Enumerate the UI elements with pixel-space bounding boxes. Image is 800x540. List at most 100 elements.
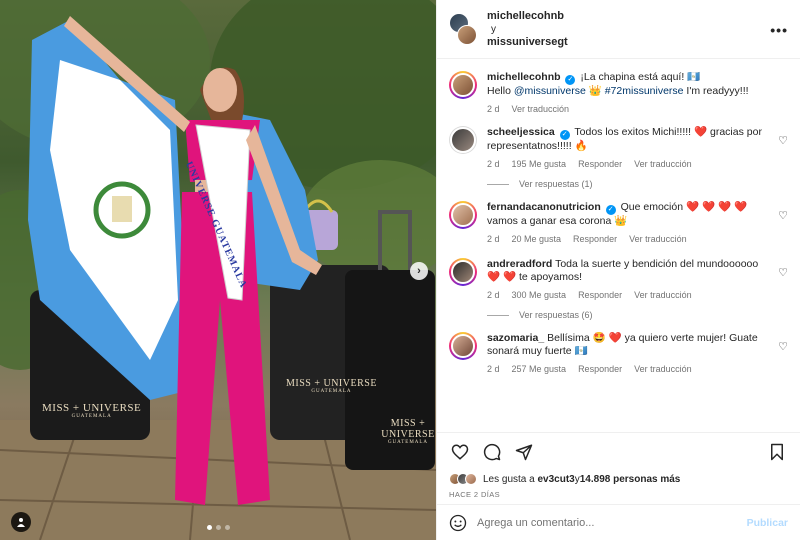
caption-meta: 2 d Ver traducción: [487, 104, 768, 114]
speech-bubble-icon: [483, 443, 501, 460]
publish-button[interactable]: Publicar: [747, 517, 788, 529]
comment-likes[interactable]: 195 Me gusta: [512, 159, 567, 169]
bag-logo-center-sub: GUATEMALA: [311, 389, 352, 394]
verified-badge-icon: ✓: [565, 75, 576, 85]
author-username[interactable]: michellecohnb: [487, 10, 568, 23]
view-replies-button[interactable]: Ver respuestas (6): [487, 310, 788, 320]
avatar: [465, 473, 477, 485]
caption-line-2b: 👑: [585, 85, 605, 97]
post-side-panel: michellecohnb y missuniversegt ••• miche…: [436, 0, 800, 540]
likes-count[interactable]: 14.898 personas más: [580, 474, 681, 485]
like-comment-heart-icon[interactable]: ♡: [778, 134, 788, 147]
translate-link[interactable]: Ver traducción: [634, 364, 692, 374]
caption-line-2c: I'm readyyy!!!: [683, 85, 749, 97]
more-options-icon[interactable]: •••: [770, 22, 788, 38]
emoji-icon[interactable]: [449, 514, 467, 532]
reply-button[interactable]: Responder: [578, 159, 622, 169]
translate-link[interactable]: Ver traducción: [634, 159, 692, 169]
view-replies-button[interactable]: Ver respuestas (1): [487, 179, 788, 189]
collaborator-username[interactable]: missuniversegt: [487, 36, 568, 49]
like-comment-heart-icon[interactable]: ♡: [778, 340, 788, 353]
avatar[interactable]: [449, 258, 477, 286]
paper-plane-icon: [515, 444, 533, 460]
avatar[interactable]: [449, 332, 477, 360]
translate-link[interactable]: Ver traducción: [512, 104, 570, 114]
comment-time: 2 d: [487, 364, 500, 374]
likes-user[interactable]: ev3cut3: [538, 474, 575, 485]
comment-username[interactable]: andreradford: [487, 258, 552, 270]
avatar[interactable]: [457, 25, 477, 45]
chevron-right-icon: ›: [417, 265, 421, 277]
heart-icon: [451, 443, 469, 460]
caption-line-2a: Hello: [487, 85, 514, 97]
comments-list: michellecohnb ✓ ¡La chapina está aquí! 🇬…: [437, 59, 800, 432]
comment: andreradford Toda la suerte y bendición …: [449, 258, 788, 300]
avatar[interactable]: [449, 71, 477, 99]
bag-logo-right-sub: GUATEMALA: [387, 440, 429, 445]
like-comment-heart-icon[interactable]: ♡: [778, 266, 788, 279]
carousel-dot: [206, 525, 212, 530]
comment-time: 2 d: [487, 234, 500, 244]
comment: scheeljessica ✓ Todos los exitos Michi!!…: [449, 126, 788, 169]
post-time-ago: HACE 2 DÍAS: [449, 490, 501, 499]
connector-text: y: [491, 23, 496, 35]
post-header: michellecohnb y missuniversegt •••: [437, 0, 800, 59]
bookmark-icon: [771, 443, 783, 460]
save-button[interactable]: [766, 441, 788, 463]
next-photo-button[interactable]: ›: [410, 262, 428, 280]
verified-badge-icon: ✓: [605, 205, 616, 215]
caption-username[interactable]: michellecohnb: [487, 71, 561, 83]
caption-line-1: ¡La chapina está aquí! 🇬🇹: [580, 71, 701, 83]
hashtag-link[interactable]: #72missuniverse: [605, 85, 684, 97]
photo-scene: [0, 0, 436, 540]
comment-input[interactable]: [477, 516, 747, 529]
bag-logo-left-sub: GUATEMALA: [71, 414, 112, 419]
comment: fernandacanonutricion ✓ Que emoción ❤️ ❤…: [449, 201, 788, 244]
translate-link[interactable]: Ver traducción: [634, 290, 692, 300]
author-avatars[interactable]: [449, 11, 477, 47]
bag-logo-center-title: MISS + UNIVERSE: [286, 378, 377, 389]
like-comment-heart-icon[interactable]: ♡: [778, 209, 788, 222]
avatar[interactable]: [449, 201, 477, 229]
comment-likes[interactable]: 20 Me gusta: [512, 234, 562, 244]
caption-time: 2 d: [487, 104, 500, 114]
comment-meta: 2 d 195 Me gusta Responder Ver traducció…: [487, 159, 768, 169]
bag-logo-center: MISS + UNIVERSE GUATEMALA: [286, 378, 377, 394]
comment-meta: 2 d 300 Me gusta Responder Ver traducció…: [487, 290, 768, 300]
mention-link[interactable]: @missuniverse: [514, 85, 586, 97]
bag-logo-left: MISS + UNIVERSE GUATEMALA: [42, 402, 141, 419]
like-button[interactable]: [449, 441, 471, 463]
comment-text: sazomaria_ Bellísima 🤩 ❤️ ya quiero vert…: [487, 332, 768, 358]
verified-badge-icon: ✓: [559, 130, 570, 140]
comment-time: 2 d: [487, 159, 500, 169]
post-photo[interactable]: UNIVERSE GUATEMALA MISS + UNIVERSE GUATE…: [0, 0, 436, 540]
caption-text: michellecohnb ✓ ¡La chapina está aquí! 🇬…: [487, 71, 768, 98]
likes-summary[interactable]: Les gusta a ev3cut3 y 14.898 personas má…: [437, 470, 800, 488]
comment-meta: 2 d 257 Me gusta Responder Ver traducció…: [487, 364, 768, 374]
view-replies-label[interactable]: Ver respuestas (6): [519, 310, 593, 320]
comment-text: fernandacanonutricion ✓ Que emoción ❤️ ❤…: [487, 201, 768, 228]
translate-link[interactable]: Ver traducción: [629, 234, 687, 244]
comment-likes[interactable]: 257 Me gusta: [512, 364, 567, 374]
share-button[interactable]: [513, 441, 535, 463]
replies-divider: [487, 183, 509, 185]
view-replies-label[interactable]: Ver respuestas (1): [519, 179, 593, 189]
comment-text: andreradford Toda la suerte y bendición …: [487, 258, 768, 284]
reply-button[interactable]: Responder: [578, 364, 622, 374]
post-action-bar: [437, 432, 800, 470]
reply-button[interactable]: Responder: [573, 234, 617, 244]
comment-username[interactable]: sazomaria_: [487, 332, 544, 344]
comment: sazomaria_ Bellísima 🤩 ❤️ ya quiero vert…: [449, 332, 788, 374]
comment-composer: Publicar: [437, 504, 800, 540]
avatar[interactable]: [449, 126, 477, 154]
comment-username[interactable]: scheeljessica: [487, 126, 555, 138]
carousel-dot: [224, 525, 230, 530]
bag-logo-left-title: MISS + UNIVERSE: [42, 402, 142, 414]
comment-likes[interactable]: 300 Me gusta: [512, 290, 567, 300]
comment-button[interactable]: [481, 441, 503, 463]
comment-meta: 2 d 20 Me gusta Responder Ver traducción: [487, 234, 768, 244]
comment-username[interactable]: fernandacanonutricion: [487, 201, 601, 213]
comment-time: 2 d: [487, 290, 500, 300]
likes-prefix: Les gusta a: [483, 473, 535, 485]
reply-button[interactable]: Responder: [578, 290, 622, 300]
